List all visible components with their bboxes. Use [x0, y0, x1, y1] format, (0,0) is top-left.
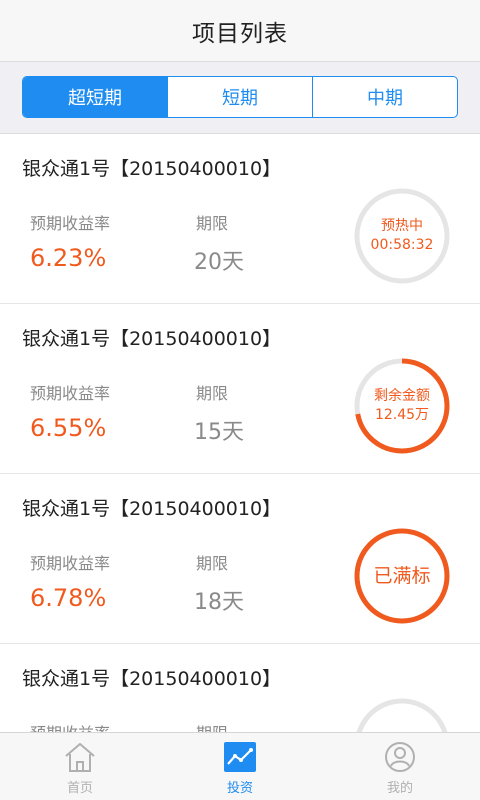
- expected-rate: 6.78%: [30, 584, 107, 612]
- expected-rate: 6.23%: [30, 244, 107, 272]
- status-line: 12.45万: [374, 407, 430, 423]
- bottom-tab-bar: 首页 投资 我的: [0, 732, 480, 800]
- tabbar-invest[interactable]: 投资: [160, 733, 320, 800]
- tabbar-mine[interactable]: 我的: [320, 733, 480, 800]
- term-value: 20天: [194, 250, 244, 275]
- term-label: 期限: [196, 554, 229, 573]
- tab-medium[interactable]: 中期: [313, 77, 457, 117]
- user-icon: [385, 742, 415, 772]
- tab-short[interactable]: 短期: [168, 77, 313, 117]
- project-list[interactable]: 银众通1号【20150400010】 预期收益率 期限 6.23% 20天 预热…: [0, 134, 480, 732]
- segment-control-area: 超短期 短期 中期: [0, 62, 480, 134]
- status-line: 00:58:32: [370, 237, 434, 253]
- status-text: 已满标: [352, 526, 452, 626]
- term-segment-control: 超短期 短期 中期: [22, 76, 458, 118]
- project-card[interactable]: 银众通1号【20150400010】 预期收益率 期限: [0, 644, 480, 732]
- term-value: 15天: [194, 420, 244, 445]
- tabbar-mine-label: 我的: [386, 781, 413, 796]
- ring-track: [356, 698, 448, 732]
- rate-label: 预期收益率: [30, 554, 111, 573]
- status-ring[interactable]: 已满标: [352, 526, 452, 626]
- project-card[interactable]: 银众通1号【20150400010】 预期收益率 期限 6.55% 15天 剩余…: [0, 304, 480, 474]
- project-name: 银众通1号【20150400010】: [22, 328, 282, 350]
- rate-label: 预期收益率: [30, 214, 111, 233]
- project-name: 银众通1号【20150400010】: [22, 158, 282, 180]
- tabbar-invest-label: 投资: [226, 781, 253, 796]
- chart-icon: [224, 742, 256, 772]
- rate-label: 预期收益率: [30, 720, 110, 732]
- status-ring[interactable]: [352, 696, 452, 732]
- status-ring[interactable]: 预热中 00:58:32: [352, 186, 452, 286]
- home-icon: [65, 743, 95, 772]
- project-name: 银众通1号【20150400010】: [22, 498, 282, 520]
- tab-ultra-short[interactable]: 超短期: [23, 77, 168, 117]
- status-text: 预热中 00:58:32: [352, 186, 452, 286]
- project-card[interactable]: 银众通1号【20150400010】 预期收益率 期限 6.23% 20天 预热…: [0, 134, 480, 304]
- status-line: 预热中: [381, 218, 423, 234]
- status-line: 已满标: [373, 564, 431, 587]
- term-label: 期限: [196, 214, 229, 233]
- term-label: 期限: [196, 384, 229, 403]
- status-ring[interactable]: 剩余金额 12.45万: [352, 356, 452, 456]
- project-card[interactable]: 银众通1号【20150400010】 预期收益率 期限 6.78% 18天 已满…: [0, 474, 480, 644]
- page-title: 项目列表: [192, 20, 288, 47]
- status-line: 剩余金额: [374, 388, 430, 404]
- rate-label: 预期收益率: [30, 384, 111, 403]
- top-nav-bar: 项目列表: [0, 0, 480, 62]
- term-value: 18天: [194, 590, 244, 615]
- tabbar-home-label: 首页: [66, 781, 93, 796]
- status-text: 剩余金额 12.45万: [352, 356, 452, 456]
- project-name: 银众通1号【20150400010】: [22, 668, 282, 690]
- tabbar-home[interactable]: 首页: [0, 733, 160, 800]
- expected-rate: 6.55%: [30, 414, 107, 442]
- term-label: 期限: [196, 720, 228, 732]
